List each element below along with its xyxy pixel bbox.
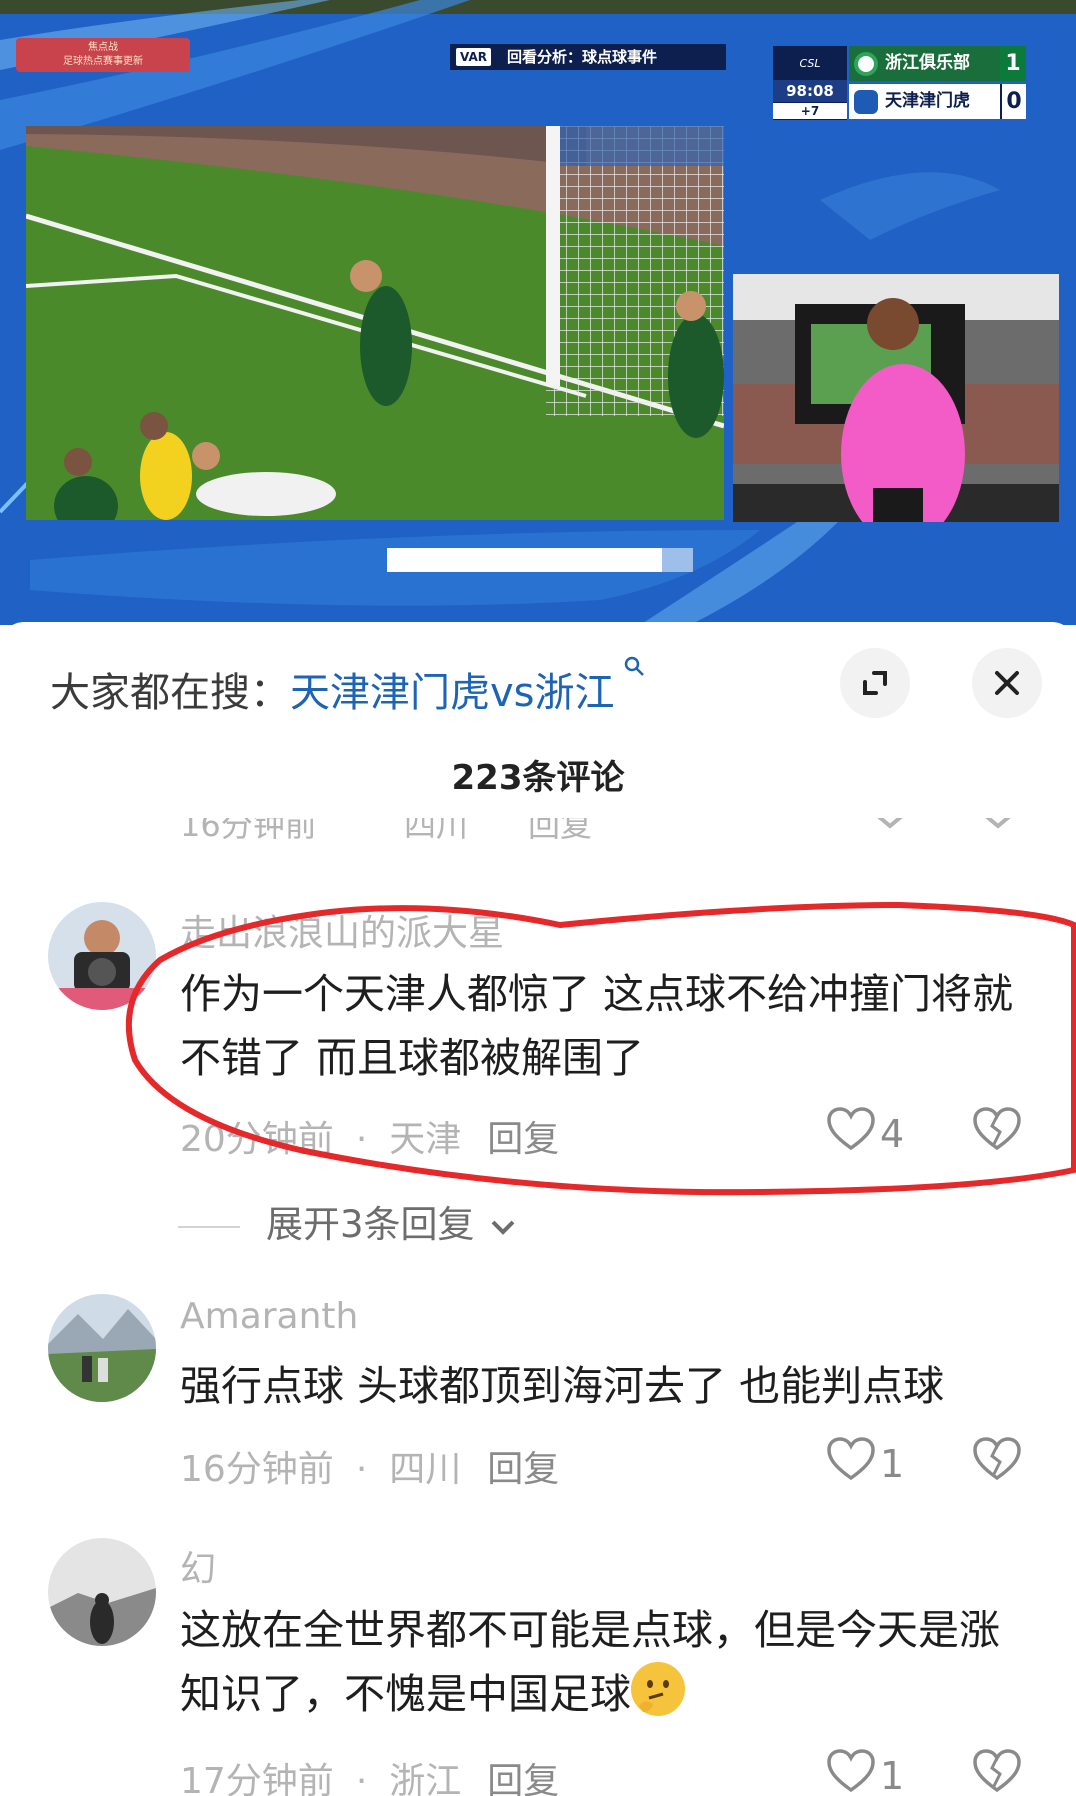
trending-search-hint[interactable]: 大家都在搜：天津津门虎vs浙江 (50, 656, 646, 718)
away-score: 0 (1000, 84, 1026, 119)
channel-logo-line2: 足球热点赛事更新 (63, 56, 143, 67)
replay-title: 回看分析：球点球事件 (507, 48, 658, 66)
cut-row-time: 16分钟前 (180, 818, 317, 840)
comment-location: 浙江 (389, 1761, 462, 1796)
comment-meta: 16分钟前 · 四川 回复 (180, 1449, 560, 1490)
expand-replies-label: 展开3条回复 (266, 1203, 475, 1246)
expand-icon (863, 671, 887, 695)
referee-pip-view (733, 274, 1059, 522)
like-count: 4 (880, 1112, 905, 1156)
close-button[interactable] (972, 648, 1042, 718)
comment-author[interactable]: 走出浪浪山的派大星 (180, 904, 504, 956)
comment-text: 强行点球 头球都顶到海河去了 也能判点球 (180, 1362, 945, 1410)
video-progress-bar[interactable] (387, 548, 693, 572)
away-team-name: 天津津门虎 (885, 91, 970, 111)
scoreboard-clock-panel: CSL 98:08 +7 (773, 46, 847, 120)
video-progress-fill (387, 548, 663, 572)
avatar[interactable] (48, 1538, 156, 1646)
comment-time: 16分钟前 (180, 1449, 334, 1490)
avatar-image (48, 1538, 156, 1646)
like-count: 1 (880, 1442, 905, 1486)
reply-button[interactable]: 回复 (487, 1449, 559, 1490)
referee-scene-image (733, 274, 1059, 522)
thinking-face-emoji (631, 1662, 685, 1716)
close-icon (995, 671, 1019, 695)
scoreboard-home-row: 浙江俱乐部 1 (849, 46, 1026, 81)
match-clock: 98:08 (773, 80, 847, 102)
home-team-name: 浙江俱乐部 (885, 53, 970, 73)
comment-time: 20分钟前 (180, 1119, 334, 1160)
scoreboard-away-row: 天津津门虎 0 (849, 84, 1026, 119)
added-time: +7 (773, 103, 847, 119)
away-crest-icon (854, 90, 878, 114)
avatar-image (48, 902, 156, 1010)
comment-time: 17分钟前 (180, 1761, 334, 1796)
scoreboard: CSL 98:08 +7 浙江俱乐部 1 天津津门虎 0 (773, 46, 1026, 120)
comment-text: 作为一个天津人都惊了 这点球不给冲撞门将就不错了 而且球都被解围了 (180, 970, 1014, 1082)
var-badge: VAR (456, 48, 491, 66)
heart-icon[interactable] (826, 1748, 876, 1794)
search-icon (615, 656, 647, 684)
csl-logo: CSL (799, 57, 821, 70)
var-replay-banner: VAR 回看分析：球点球事件 (450, 44, 726, 70)
trending-search-query[interactable]: 天津津门虎vs浙江 (290, 670, 615, 716)
expand-replies-button[interactable]: 展开3条回复 (178, 1194, 520, 1248)
reply-button[interactable]: 回复 (487, 1761, 559, 1796)
channel-logo: 焦点战 足球热点赛事更新 (16, 38, 190, 72)
comment-meta: 17分钟前 · 浙江 回复 (180, 1752, 559, 1796)
cut-row-reply[interactable]: 回复 (528, 818, 592, 840)
broken-heart-icon[interactable] (972, 1106, 1022, 1152)
comment-author[interactable]: 幻 (180, 1540, 216, 1592)
expand-button[interactable] (840, 648, 910, 718)
comment-text-body: 这放在全世界都不可能是点球，但是今天是涨知识了，不愧是中国足球 (180, 1606, 1000, 1718)
chevron-down-icon (985, 818, 1011, 829)
pitch-scene-image (26, 126, 724, 520)
video-player[interactable]: 焦点战 足球热点赛事更新 VAR 回看分析：球点球事件 CSL 98:08 +7… (0, 0, 1076, 625)
comment-meta: 20分钟前 · 天津 回复 (180, 1119, 560, 1160)
comment-text: 这放在全世界都不可能是点球，但是今天是涨知识了，不愧是中国足球 (180, 1598, 1010, 1726)
trending-search-prefix: 大家都在搜： (50, 670, 290, 716)
heart-icon[interactable] (826, 1436, 876, 1482)
chevron-down-icon (877, 818, 903, 829)
replay-pitch-view (26, 126, 724, 520)
divider-line (178, 1225, 240, 1228)
cut-row-location: 四川 (404, 818, 469, 840)
avatar[interactable] (48, 902, 156, 1010)
broken-heart-icon[interactable] (972, 1436, 1022, 1482)
comment-count-title: 223条评论 (451, 758, 625, 798)
comment-author[interactable]: Amaranth (180, 1296, 358, 1337)
previous-comment-meta-cut: 16分钟前 四川 回复 (178, 818, 1048, 840)
heart-icon[interactable] (826, 1106, 876, 1152)
channel-logo-line1: 焦点战 (88, 42, 118, 53)
comment-location: 天津 (389, 1119, 462, 1160)
home-score: 1 (1000, 46, 1026, 81)
comment-location: 四川 (389, 1449, 462, 1490)
home-crest-icon (854, 52, 878, 76)
avatar[interactable] (48, 1294, 156, 1402)
avatar-image (48, 1294, 156, 1402)
chevron-down-icon (491, 1220, 515, 1235)
broken-heart-icon[interactable] (972, 1748, 1022, 1794)
comment-sheet: 大家都在搜：天津津门虎vs浙江 223条评论 16分钟前 四川 回复 走出浪浪山… (0, 622, 1076, 1796)
like-count: 1 (880, 1754, 905, 1796)
reply-button[interactable]: 回复 (487, 1119, 559, 1160)
